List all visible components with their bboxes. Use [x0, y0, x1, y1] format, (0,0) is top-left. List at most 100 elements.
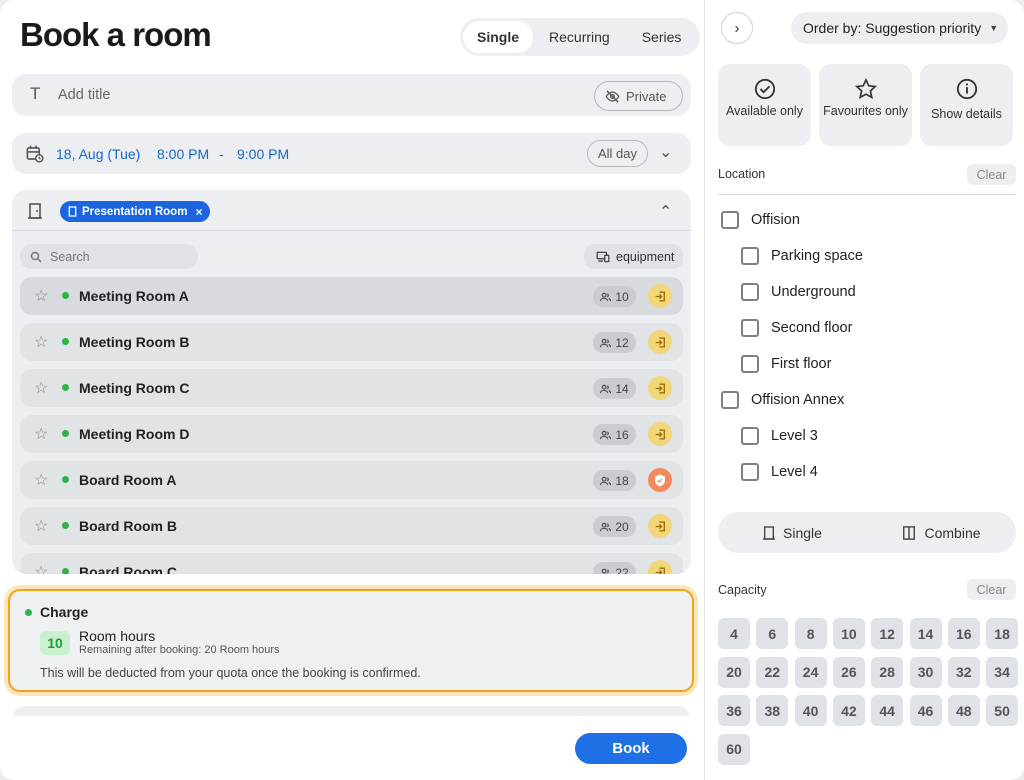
capacity-option[interactable]: 16: [947, 618, 980, 649]
checkbox-box[interactable]: [741, 427, 759, 445]
capacity-option[interactable]: 20: [718, 656, 750, 688]
location-checkbox[interactable]: First floor: [741, 355, 831, 373]
location-label: Second floor: [771, 320, 853, 336]
capacity-option[interactable]: 42: [832, 695, 865, 726]
restricted-shield-icon[interactable]: [648, 468, 672, 492]
room-row[interactable]: ☆ Board Room A 18: [20, 461, 683, 499]
location-checkbox[interactable]: Level 4: [741, 463, 818, 481]
capacity-option[interactable]: 10: [832, 618, 865, 649]
capacity-option[interactable]: 32: [947, 656, 980, 688]
location-checkbox[interactable]: Parking space: [741, 247, 863, 265]
capacity-option[interactable]: 34: [986, 656, 1019, 688]
tab-single[interactable]: Single: [463, 21, 534, 53]
door-icon: [763, 525, 776, 540]
capacity-option[interactable]: 30: [909, 656, 942, 688]
enter-room-icon[interactable]: [648, 514, 672, 538]
enter-room-icon[interactable]: [648, 560, 672, 574]
capacity-clear-button[interactable]: Clear: [967, 579, 1016, 600]
enter-room-icon[interactable]: [648, 284, 672, 308]
available-only-toggle[interactable]: Available only: [718, 64, 811, 146]
capacity-option[interactable]: 24: [794, 656, 827, 688]
enter-room-icon[interactable]: [648, 422, 672, 446]
checkbox-box[interactable]: [741, 283, 759, 301]
capacity-option[interactable]: 44: [871, 695, 904, 726]
status-dot: [25, 609, 32, 616]
charge-panel: Charge 10 Room hours Remaining after boo…: [8, 589, 694, 692]
equipment-filter-button[interactable]: equipment: [584, 244, 683, 269]
combine-mode-option[interactable]: Combine: [867, 512, 1016, 553]
all-day-toggle[interactable]: All day: [587, 140, 649, 167]
single-mode-option[interactable]: Single: [718, 512, 867, 553]
location-heading: Location: [718, 167, 766, 181]
location-checkbox[interactable]: Offision Annex: [721, 391, 844, 409]
tab-recurring[interactable]: Recurring: [533, 21, 626, 53]
chevron-down-icon[interactable]: ⌄: [659, 142, 672, 162]
location-clear-button[interactable]: Clear: [967, 164, 1016, 185]
capacity-option[interactable]: 4: [718, 618, 750, 649]
order-by-select[interactable]: Order by: Suggestion priority ▼: [791, 12, 1008, 44]
capacity-option[interactable]: 28: [871, 656, 904, 688]
title-input-bar[interactable]: T Add title Private: [12, 74, 691, 116]
enter-room-icon[interactable]: [648, 376, 672, 400]
room-row[interactable]: ☆ Board Room B 20: [20, 507, 683, 545]
availability-dot: [62, 476, 69, 483]
selected-room-chip[interactable]: Presentation Room ×: [60, 201, 211, 222]
favourite-star-icon[interactable]: ☆: [34, 332, 48, 352]
availability-dot: [62, 522, 69, 529]
date-time-bar[interactable]: 18, Aug (Tue) 8:00 PM - 9:00 PM All day …: [12, 133, 691, 174]
capacity-option[interactable]: 12: [871, 618, 904, 649]
checkbox-box[interactable]: [741, 355, 759, 373]
room-row[interactable]: ☆ Meeting Room D 16: [20, 415, 683, 453]
favourites-only-toggle[interactable]: Favourites only: [819, 64, 912, 146]
capacity-option[interactable]: 6: [756, 618, 789, 649]
favourite-star-icon[interactable]: ☆: [34, 470, 48, 490]
favourite-star-icon[interactable]: ☆: [34, 286, 48, 306]
enter-room-icon[interactable]: [648, 330, 672, 354]
capacity-option[interactable]: 50: [986, 695, 1019, 726]
chevron-up-icon[interactable]: ⌄: [659, 200, 672, 220]
eye-off-icon: [605, 89, 620, 103]
capacity-option[interactable]: 48: [947, 695, 980, 726]
capacity-option[interactable]: 60: [718, 733, 750, 765]
capacity-option[interactable]: 40: [794, 695, 827, 726]
room-row[interactable]: ☆ Meeting Room A 10: [20, 277, 683, 315]
favourite-star-icon[interactable]: ☆: [34, 516, 48, 536]
date-value[interactable]: 18, Aug (Tue): [56, 146, 140, 162]
checkbox-box[interactable]: [741, 463, 759, 481]
location-checkbox[interactable]: Underground: [741, 283, 856, 301]
room-row[interactable]: ☆ Meeting Room C 14: [20, 369, 683, 407]
capacity-option[interactable]: 36: [718, 695, 750, 726]
capacity-option[interactable]: 18: [986, 618, 1019, 649]
room-name: Meeting Room C: [79, 380, 190, 396]
favourite-star-icon[interactable]: ☆: [34, 424, 48, 444]
book-button[interactable]: Book: [575, 733, 687, 764]
collapse-panel-button[interactable]: ›: [721, 12, 753, 44]
location-checkbox[interactable]: Second floor: [741, 319, 852, 337]
checkbox-box[interactable]: [721, 391, 739, 409]
favourite-star-icon[interactable]: ☆: [34, 562, 48, 574]
title-placeholder[interactable]: Add title: [58, 87, 110, 103]
room-search-input[interactable]: Search: [20, 244, 198, 269]
divider: [718, 194, 1016, 195]
checkbox-box[interactable]: [721, 211, 739, 229]
private-button[interactable]: Private: [594, 81, 683, 111]
location-checkbox[interactable]: Offision: [721, 211, 800, 229]
favourite-star-icon[interactable]: ☆: [34, 378, 48, 398]
capacity-option[interactable]: 38: [756, 695, 789, 726]
remove-chip-icon[interactable]: ×: [195, 205, 202, 219]
capacity-option[interactable]: 14: [909, 618, 942, 649]
availability-dot: [62, 338, 69, 345]
start-time[interactable]: 8:00 PM: [157, 146, 209, 162]
location-checkbox[interactable]: Level 3: [741, 427, 818, 445]
show-details-toggle[interactable]: Show details: [920, 64, 1013, 146]
capacity-option[interactable]: 22: [756, 656, 789, 688]
capacity-option[interactable]: 46: [909, 695, 942, 726]
tab-series[interactable]: Series: [626, 21, 698, 53]
room-row[interactable]: ☆ Board Room C 22: [20, 553, 683, 574]
checkbox-box[interactable]: [741, 247, 759, 265]
end-time[interactable]: 9:00 PM: [237, 146, 289, 162]
capacity-option[interactable]: 26: [832, 656, 865, 688]
room-row[interactable]: ☆ Meeting Room B 12: [20, 323, 683, 361]
checkbox-box[interactable]: [741, 319, 759, 337]
capacity-option[interactable]: 8: [794, 618, 827, 649]
